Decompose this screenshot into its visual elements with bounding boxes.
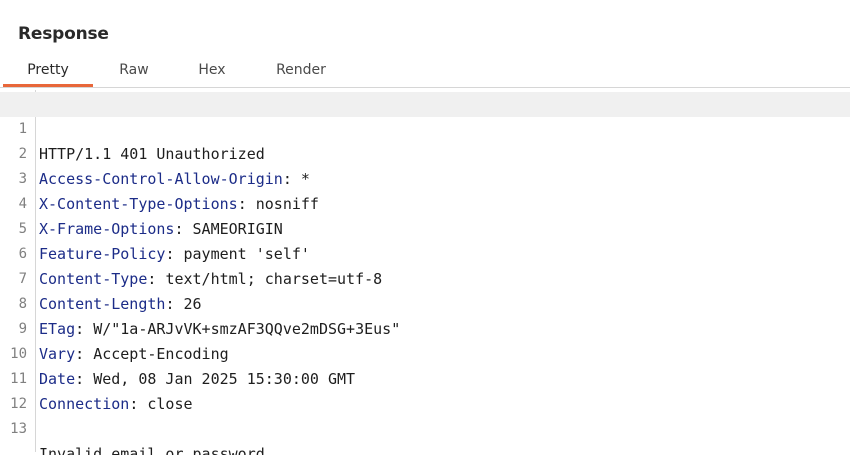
response-body: Invalid email or password.: [39, 445, 274, 455]
line-number: 13: [10, 421, 27, 437]
panel-title: Response: [18, 24, 109, 44]
tab-raw[interactable]: Raw: [110, 57, 158, 85]
code-line[interactable]: 9 Vary: Accept-Encoding: [0, 292, 850, 363]
code-line[interactable]: 10 Date: Wed, 08 Jan 2025 15:30:00 GMT: [0, 317, 850, 388]
code-line[interactable]: 13 Invalid email or password.: [0, 392, 850, 455]
code-line[interactable]: 12: [0, 367, 850, 412]
code-line[interactable]: 8 ETag: W/"1a-ARJvVK+smzAF3QQve2mDSG+3Eu…: [0, 267, 850, 338]
tab-pretty[interactable]: Pretty: [3, 57, 93, 87]
view-tabs: Pretty Raw Hex Render: [0, 57, 850, 88]
tab-render[interactable]: Render: [266, 57, 336, 85]
code-line[interactable]: 4 X-Frame-Options: SAMEORIGIN: [0, 167, 850, 238]
code-line[interactable]: 3 X-Content-Type-Options: nosniff: [0, 142, 850, 213]
code-line[interactable]: 5 Feature-Policy: payment 'self': [0, 192, 850, 263]
code-line[interactable]: 1 HTTP/1.1 401 Unauthorized: [0, 92, 850, 163]
code-line[interactable]: 7 Content-Length: 26: [0, 242, 850, 313]
code-line[interactable]: 11 Connection: close: [0, 342, 850, 413]
code-line[interactable]: 2 Access-Control-Allow-Origin: *: [0, 117, 850, 188]
response-editor[interactable]: 1 HTTP/1.1 401 Unauthorized 2 Access-Con…: [0, 90, 850, 455]
code-line[interactable]: 6 Content-Type: text/html; charset=utf-8: [0, 217, 850, 288]
tab-hex[interactable]: Hex: [190, 57, 234, 85]
